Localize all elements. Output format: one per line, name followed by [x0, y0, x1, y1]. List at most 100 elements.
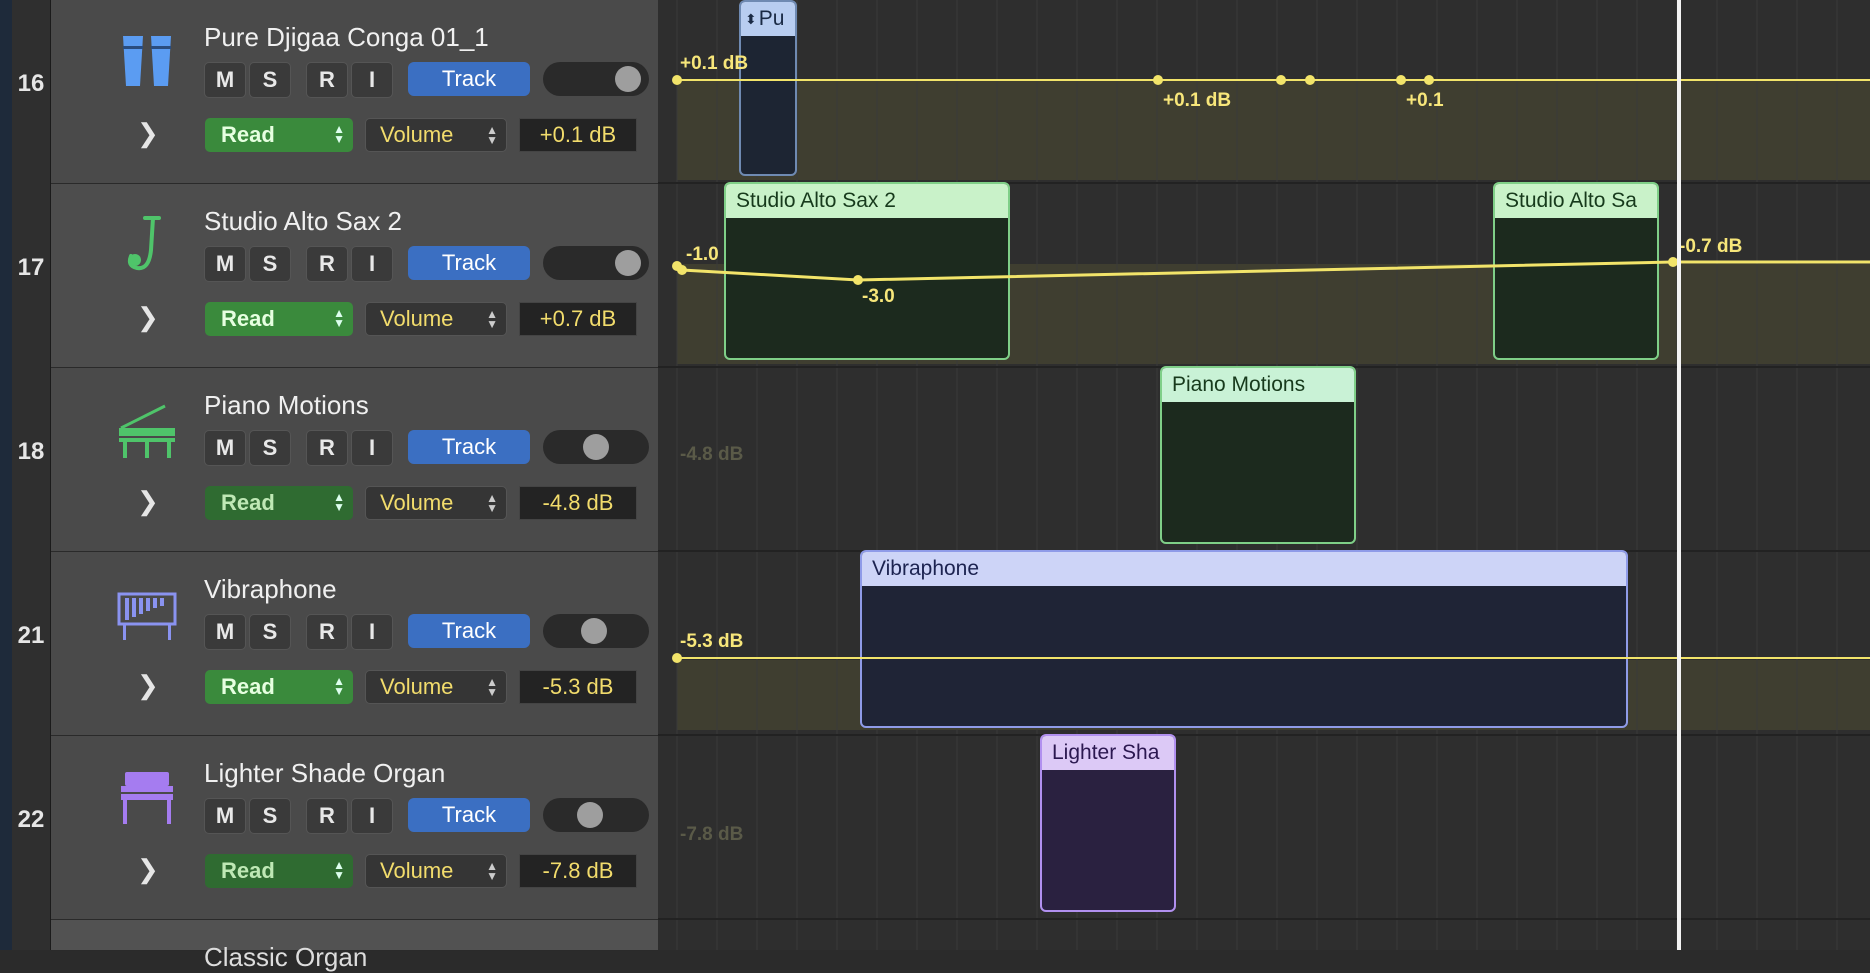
automation-value-field[interactable]: +0.7 dB: [519, 302, 637, 336]
track-on-off-toggle[interactable]: [543, 614, 649, 648]
track-header-17[interactable]: Studio Alto Sax 2 M S R I Track ❯ Read ▲ ▼…: [51, 184, 658, 368]
solo-button[interactable]: S: [249, 62, 291, 98]
track-name[interactable]: Lighter Shade Organ: [204, 758, 445, 789]
input-monitor-button[interactable]: I: [351, 246, 393, 282]
automation-mode-label: Read: [221, 858, 275, 883]
mute-button[interactable]: M: [204, 246, 246, 282]
solo-button[interactable]: S: [249, 430, 291, 466]
updown-icon: ▲ ▼: [486, 123, 498, 147]
record-enable-button[interactable]: R: [306, 246, 348, 282]
updown-icon: ▲ ▼: [486, 491, 498, 515]
track-automation-button[interactable]: Track: [408, 430, 530, 464]
region-conga[interactable]: ⬍ Pu: [739, 0, 797, 176]
toggle-knob: [581, 618, 607, 644]
parameter-label: Volume: [380, 674, 454, 699]
parameter-label: Volume: [380, 858, 454, 883]
disclosure-chevron-icon[interactable]: ❯: [137, 670, 159, 701]
region-studio-alto-sax-b[interactable]: Studio Alto Sa: [1493, 182, 1659, 360]
toggle-knob: [583, 434, 609, 460]
automation-value-label: +0.1: [1406, 90, 1444, 111]
track-automation-button[interactable]: Track: [408, 62, 530, 96]
record-enable-button[interactable]: R: [306, 430, 348, 466]
track-on-off-toggle[interactable]: [543, 246, 649, 280]
track-automation-button[interactable]: Track: [408, 614, 530, 648]
track-on-off-toggle[interactable]: [543, 798, 649, 832]
region-header: ⬍ Pu: [741, 2, 795, 36]
parameter-label: Volume: [380, 490, 454, 515]
automation-parameter-select[interactable]: Volume ▲ ▼: [365, 670, 507, 704]
track-on-off-toggle[interactable]: [543, 430, 649, 464]
track-header-16[interactable]: Pure Djigaa Conga 01_1 M S R I Track ❯ R…: [51, 0, 658, 184]
track-on-off-toggle[interactable]: [543, 62, 649, 96]
automation-parameter-select[interactable]: Volume ▲ ▼: [365, 854, 507, 888]
updown-icon: ▲ ▼: [333, 122, 345, 146]
automation-mode-select[interactable]: Read ▲ ▼: [205, 854, 353, 888]
automation-value-field[interactable]: -7.8 dB: [519, 854, 637, 888]
automation-value-label: -5.3 dB: [680, 631, 744, 652]
saxophone-icon: [127, 216, 161, 271]
automation-parameter-select[interactable]: Volume ▲ ▼: [365, 486, 507, 520]
solo-button[interactable]: S: [249, 798, 291, 834]
region-lighter-shade-organ[interactable]: Lighter Sha: [1040, 734, 1176, 912]
region-name: Vibraphone: [862, 552, 1626, 586]
track-automation-button[interactable]: Track: [408, 798, 530, 832]
automation-value-field[interactable]: -5.3 dB: [519, 670, 637, 704]
disclosure-chevron-icon[interactable]: ❯: [137, 118, 159, 149]
track-number: 21: [17, 622, 45, 649]
mute-button[interactable]: M: [204, 798, 246, 834]
region-name: Lighter Sha: [1042, 736, 1174, 770]
track-name[interactable]: Classic Organ: [204, 942, 367, 973]
input-monitor-button[interactable]: I: [351, 798, 393, 834]
track-header-21[interactable]: Vibraphone M S R I Track ❯ Read ▲ ▼ Volume…: [51, 552, 658, 736]
automation-mode-select[interactable]: Read ▲ ▼: [205, 670, 353, 704]
mute-button[interactable]: M: [204, 62, 246, 98]
toggle-knob: [615, 250, 641, 276]
input-monitor-button[interactable]: I: [351, 614, 393, 650]
mute-button[interactable]: M: [204, 614, 246, 650]
automation-mode-select[interactable]: Read ▲ ▼: [205, 486, 353, 520]
track-name[interactable]: Studio Alto Sax 2: [204, 206, 402, 237]
track-automation-button[interactable]: Track: [408, 246, 530, 280]
region-name: Pu: [758, 7, 785, 30]
record-enable-button[interactable]: R: [306, 62, 348, 98]
conga-icon: [123, 36, 171, 86]
automation-value-field[interactable]: +0.1 dB: [519, 118, 637, 152]
automation-mode-select[interactable]: Read ▲ ▼: [205, 118, 353, 152]
tracks-area[interactable]: ⬍ Pu Studio Alto Sax 2 Studio Alto Sa Pia…: [658, 0, 1870, 950]
track-header-18[interactable]: Piano Motions M S R I Track ❯ Read ▲ ▼ Vol…: [51, 368, 658, 552]
automation-value-label: -3.0: [862, 286, 895, 307]
automation-value-label: +0.1 dB: [680, 53, 749, 74]
solo-button[interactable]: S: [249, 614, 291, 650]
updown-icon: ▲ ▼: [486, 859, 498, 883]
record-enable-button[interactable]: R: [306, 798, 348, 834]
region-studio-alto-sax-a[interactable]: Studio Alto Sax 2: [724, 182, 1010, 360]
disclosure-chevron-icon[interactable]: ❯: [137, 486, 159, 517]
updown-icon: ⬍: [745, 10, 757, 27]
track-name[interactable]: Vibraphone: [204, 574, 337, 605]
parameter-label: Volume: [380, 122, 454, 147]
track-header-partial[interactable]: Classic Organ: [51, 920, 658, 972]
automation-parameter-select[interactable]: Volume ▲ ▼: [365, 302, 507, 336]
input-monitor-button[interactable]: I: [351, 430, 393, 466]
disclosure-chevron-icon[interactable]: ❯: [137, 854, 159, 885]
input-monitor-button[interactable]: I: [351, 62, 393, 98]
automation-value-field[interactable]: -4.8 dB: [519, 486, 637, 520]
region-piano-motions[interactable]: Piano Motions: [1160, 366, 1356, 544]
updown-icon: ▲ ▼: [333, 858, 345, 882]
disclosure-chevron-icon[interactable]: ❯: [137, 302, 159, 333]
automation-mode-label: Read: [221, 490, 275, 515]
track-name[interactable]: Piano Motions: [204, 390, 369, 421]
organ-icon: [121, 772, 173, 824]
record-enable-button[interactable]: R: [306, 614, 348, 650]
automation-parameter-select[interactable]: Volume ▲ ▼: [365, 118, 507, 152]
region-name: Studio Alto Sax 2: [726, 184, 1008, 218]
automation-mode-select[interactable]: Read ▲ ▼: [205, 302, 353, 336]
automation-mode-label: Read: [221, 306, 275, 331]
mute-button[interactable]: M: [204, 430, 246, 466]
track-name[interactable]: Pure Djigaa Conga 01_1: [204, 22, 489, 53]
solo-button[interactable]: S: [249, 246, 291, 282]
track-header-22[interactable]: Lighter Shade Organ M S R I Track ❯ Read…: [51, 736, 658, 920]
playhead[interactable]: [1677, 0, 1681, 950]
region-vibraphone[interactable]: Vibraphone: [860, 550, 1628, 728]
automation-value-label: -0.7 dB: [1679, 236, 1743, 257]
